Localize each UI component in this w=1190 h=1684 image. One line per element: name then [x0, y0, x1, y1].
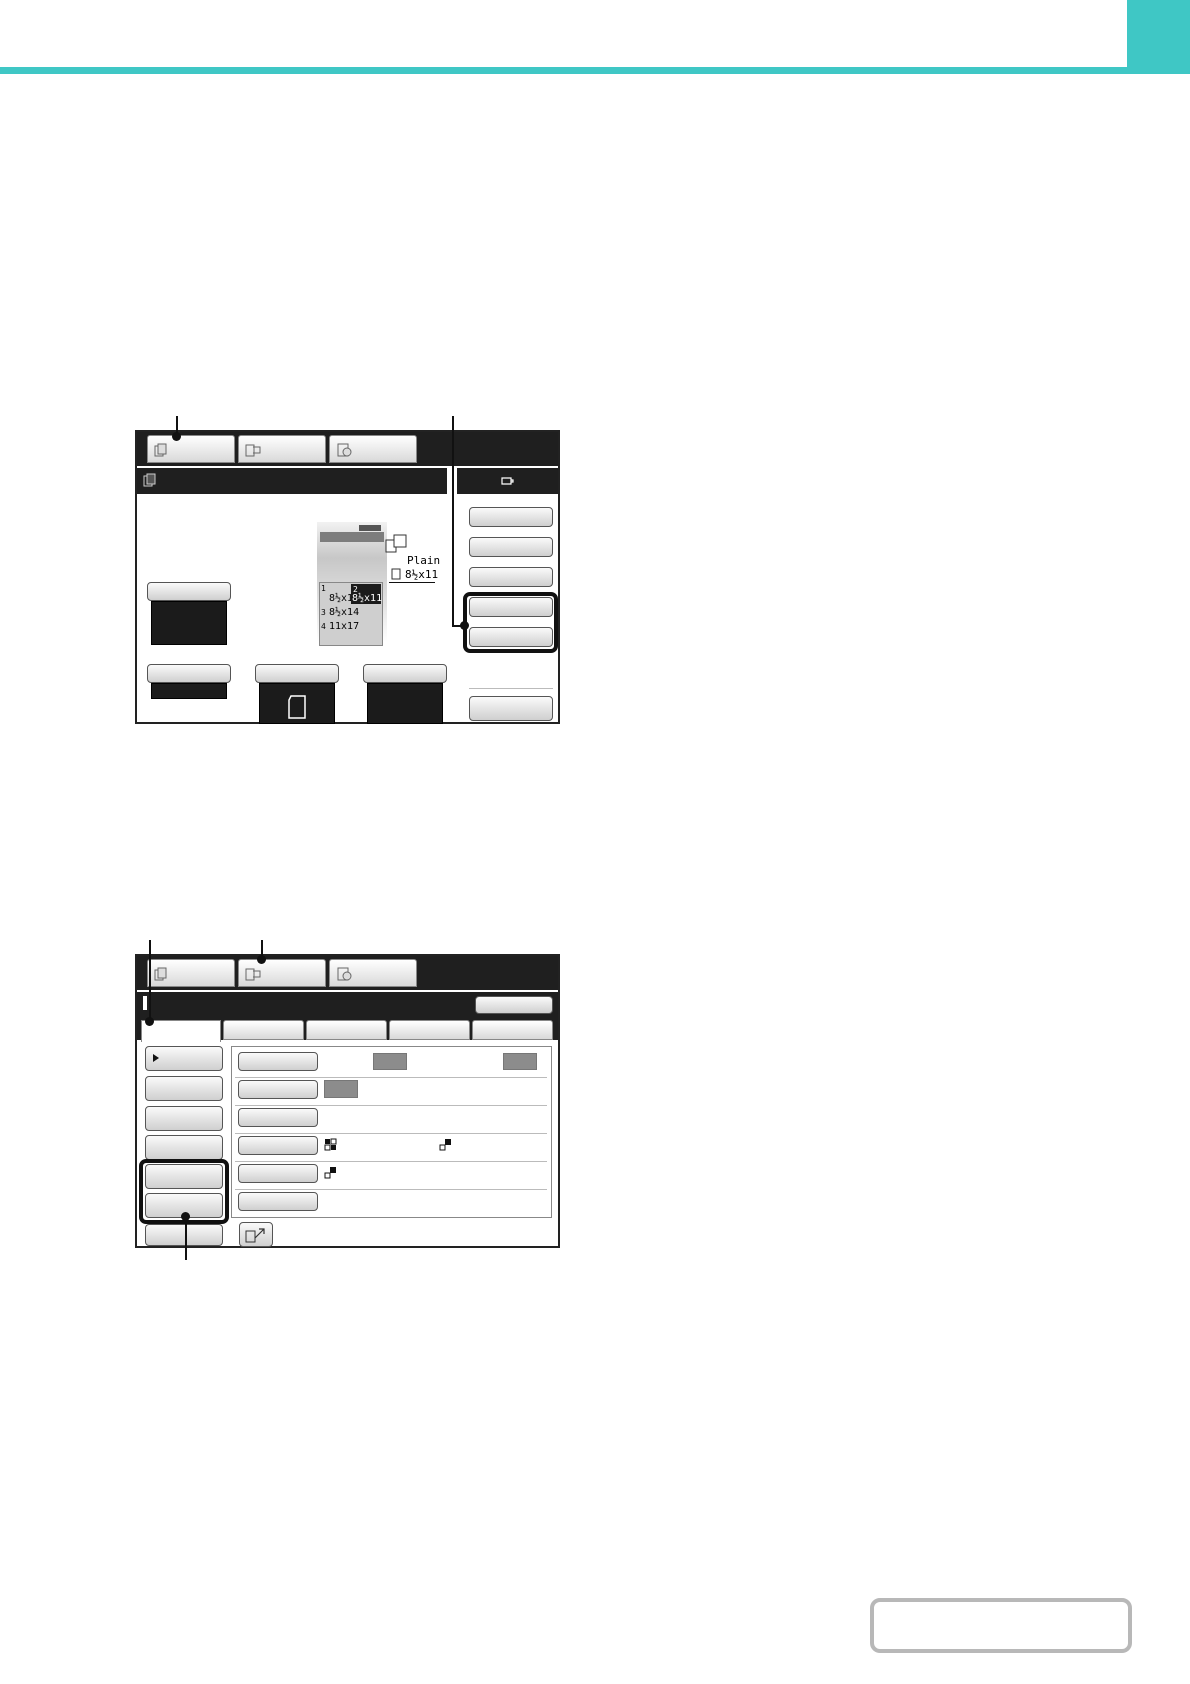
contents-button[interactable] [870, 1598, 1132, 1653]
setting-key-6[interactable] [238, 1192, 318, 1211]
settings-row-divider [235, 1105, 547, 1106]
settings-row-divider [235, 1161, 547, 1162]
settings-row-divider [235, 1189, 547, 1190]
corner-pattern-icon [324, 1167, 336, 1179]
right-key-bottom[interactable] [469, 696, 553, 721]
image-send-mode-icon [245, 444, 261, 457]
tray-num: 1 [321, 584, 326, 593]
setting-key-4[interactable] [238, 1136, 318, 1155]
copy-mode-icon [154, 443, 167, 457]
cursor-button[interactable] [239, 1222, 273, 1247]
copy-base-screen: 1 8½x11 2 8½x11 3 8½x14 4 11x17 Plain 8½… [135, 430, 560, 724]
mode-tab-copy[interactable] [147, 959, 235, 987]
left-menu-item-7[interactable] [145, 1224, 223, 1246]
left-menu-item-3[interactable] [145, 1106, 223, 1131]
left-menu-item-2[interactable] [145, 1076, 223, 1101]
left-menu-item-1[interactable] [145, 1046, 223, 1071]
paper-info-underline [389, 582, 435, 583]
toner-icon [501, 477, 514, 485]
title-bar-marker [143, 996, 147, 1010]
callout-leader-3 [149, 940, 151, 1022]
left-menu-item-4[interactable] [145, 1135, 223, 1160]
exposure-display [151, 601, 227, 645]
copy-ratio-key[interactable] [147, 664, 231, 683]
mode-tab-document-filing[interactable] [329, 959, 417, 987]
machine-top [320, 532, 384, 542]
callout-dot-3 [145, 1017, 154, 1026]
grid-pattern-icon [324, 1138, 337, 1151]
settings-tab-3[interactable] [306, 1020, 387, 1040]
header-bar [0, 67, 1190, 74]
settings-row-divider [235, 1077, 547, 1078]
settings-tab-5[interactable] [472, 1020, 553, 1040]
mode-tab-copy[interactable] [147, 435, 235, 463]
setting-key-5[interactable] [238, 1164, 318, 1183]
settings-tab-2[interactable] [223, 1020, 304, 1040]
tray-size: 11x17 [329, 621, 360, 632]
mode-tab-image-send[interactable] [238, 959, 326, 987]
ok-button[interactable] [475, 996, 553, 1014]
paper-type: Plain [407, 554, 441, 567]
callout-dot-1 [172, 432, 181, 441]
copy-ratio-display [151, 683, 227, 699]
machine-output-tray [359, 525, 381, 531]
callout-leader-2 [452, 416, 454, 627]
callout-dot-2 [460, 621, 469, 630]
paper-select-display [367, 683, 443, 724]
selected-arrow-icon [153, 1054, 159, 1062]
mode-tab-image-send[interactable] [238, 435, 326, 463]
right-key-3[interactable] [469, 567, 553, 587]
tray-num: 4 [321, 622, 326, 631]
paper-icon [391, 568, 401, 580]
tray-num: 3 [321, 608, 326, 617]
exposure-key[interactable] [147, 582, 231, 601]
highlight-right-keys [463, 592, 558, 653]
document-filing-mode-icon [337, 443, 352, 457]
original-page-icon [288, 695, 306, 719]
image-send-mode-icon [245, 968, 261, 981]
setting-value-1b [503, 1053, 537, 1070]
copy-mode-icon [143, 473, 156, 487]
message-bar [137, 466, 447, 494]
setting-value-1a [373, 1053, 407, 1070]
settings-row-divider [235, 1133, 547, 1134]
setting-key-2[interactable] [238, 1080, 318, 1099]
tray-size: 8½x14 [329, 607, 360, 618]
setting-key-3[interactable] [238, 1108, 318, 1127]
paper-size: 8½x11 [405, 568, 439, 581]
setting-key-1[interactable] [238, 1052, 318, 1071]
paper-select-key[interactable] [363, 664, 447, 683]
cursor-arrow-icon [245, 1228, 265, 1243]
setting-value-2 [324, 1080, 358, 1098]
right-key-1[interactable] [469, 507, 553, 527]
special-modes-screen [135, 954, 560, 1248]
original-feed-icon [385, 534, 407, 553]
mode-tab-document-filing[interactable] [329, 435, 417, 463]
callout-dot-4 [257, 955, 266, 964]
corner-pattern-icon [439, 1139, 451, 1151]
settings-tab-4[interactable] [389, 1020, 470, 1040]
tray-size: 8½x11 [352, 593, 383, 604]
callout-leader-5 [185, 1216, 187, 1260]
corner-tab [1127, 0, 1190, 74]
right-column-divider [469, 688, 553, 689]
right-key-2[interactable] [469, 537, 553, 557]
document-filing-mode-icon [337, 967, 352, 981]
copy-mode-icon [154, 967, 167, 981]
original-key[interactable] [255, 664, 339, 683]
